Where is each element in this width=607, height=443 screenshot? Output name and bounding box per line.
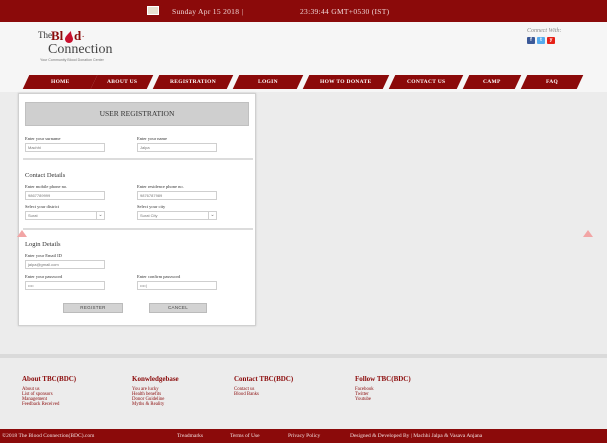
mobile-label: Enter mobile phone no. [25,184,68,189]
registration-form: USER REGISTRATION Enter your surname Mac… [18,93,256,326]
footer-follow-heading: Follow TBC(BDC) [355,375,411,383]
scroll-up-icon[interactable] [17,230,27,237]
main-nav: HOME ABOUT US REGISTRATION LOGIN HOW TO … [0,70,607,92]
city-value: Surat City [140,213,158,218]
top-info-bar: Sunday Apr 15 2018 | 23:39:44 GMT+0530 (… [0,0,607,22]
cancel-button[interactable]: CANCEL [149,303,207,313]
surname-label: Enter your surname [25,136,61,141]
footer-link[interactable]: Feedback Received [22,402,76,407]
footer-link[interactable]: Blood Banks [234,392,293,397]
nav-contact-us[interactable]: CONTACT US [388,75,464,89]
site-header: The Bl d . Connection Your Community Blo… [0,22,607,70]
trademarks-link[interactable]: Treadmarks [177,433,203,439]
nav-camp[interactable]: CAMP [462,75,522,89]
scroll-up-icon[interactable] [583,230,593,237]
svg-text:.: . [82,29,84,39]
district-label: Select your district [25,204,59,209]
svg-text:The: The [38,30,52,40]
nav-about-us[interactable]: ABOUT US [90,75,154,89]
social-icons: f t y [527,37,587,44]
facebook-icon[interactable]: f [527,37,535,44]
twitter-icon[interactable]: t [537,37,545,44]
mobile-input[interactable]: 9867789999 [25,191,105,200]
section-divider [23,158,253,160]
district-select[interactable]: Surat ⌄ [25,211,105,220]
connect-with: Connect With: f t y [527,28,587,44]
calendar-icon [147,6,159,15]
form-title: USER REGISTRATION [25,102,249,126]
svg-text:Connection: Connection [48,42,113,57]
section-divider [23,228,253,230]
copyright-text: ©2018 The Blood Connection(BDC).com [2,433,95,439]
nav-registration[interactable]: REGISTRATION [152,75,234,89]
footer-follow: Follow TBC(BDC) Facebook Twitter Youtube [355,375,411,402]
confirm-password-label: Enter confirm password [137,274,181,279]
footer-link[interactable]: Myths & Reality [132,402,179,407]
name-input[interactable]: Jalpa [137,143,217,152]
blood-connection-logo: The Bl d . Connection Your Community Blo… [38,28,113,62]
nav-login[interactable]: LOGIN [232,75,304,89]
svg-text:d: d [74,28,82,43]
email-label: Enter your Email ID [25,253,62,258]
footer-contact: Contact TBC(BDC) Contact us Blood Banks [234,375,293,397]
confirm-password-input[interactable]: ••••| [137,281,217,290]
footer-knowledge-heading: Konwledgebase [132,375,179,383]
surname-input[interactable]: Machhi [25,143,105,152]
footer-about: About TBC(BDC) About us List of sponsors… [22,375,76,407]
chevron-down-icon: ⌄ [96,212,104,219]
name-label: Enter your name [137,136,167,141]
password-input[interactable]: •••• [25,281,105,290]
nav-how-to-donate[interactable]: HOW TO DONATE [302,75,390,89]
terms-link[interactable]: Terms of Use [230,433,260,439]
footer-link[interactable]: Youtube [355,397,411,402]
email-input[interactable]: jalpa@gmail.com [25,260,105,269]
city-label: Select your city [137,204,166,209]
svg-text:Bl: Bl [51,28,64,43]
nav-home[interactable]: HOME [22,75,98,89]
city-select[interactable]: Surat City ⌄ [137,211,217,220]
copyright-bar: ©2018 The Blood Connection(BDC).com Trea… [0,429,607,443]
current-date: Sunday Apr 15 2018 | [172,7,244,16]
site-logo[interactable]: The Bl d . Connection Your Community Blo… [34,25,154,65]
svg-text:Your Community Blood Donation: Your Community Blood Donation Center [40,58,105,62]
privacy-link[interactable]: Privacy Policy [288,433,320,439]
connect-label: Connect With: [527,28,562,34]
youtube-icon[interactable]: y [547,37,555,44]
credit-text: Designed & Developed By | Machhi Jalpa &… [350,433,483,439]
footer-about-heading: About TBC(BDC) [22,375,77,383]
register-button[interactable]: REGISTER [63,303,123,313]
chevron-down-icon: ⌄ [208,212,216,219]
residence-input[interactable]: 9876787989 [137,191,217,200]
district-value: Surat [28,213,38,218]
password-label: Enter your password [25,274,63,279]
footer-knowledgebase: Konwledgebase You are lucky Health benef… [132,375,179,407]
contact-details-title: Contact Details [25,172,66,179]
site-footer: About TBC(BDC) About us List of sponsors… [0,358,607,429]
nav-faq[interactable]: FAQ [520,75,584,89]
login-details-title: Login Details [25,241,61,248]
footer-contact-heading: Contact TBC(BDC) [234,375,294,383]
current-time: 23:39:44 GMT+0530 (IST) [300,7,390,16]
residence-label: Enter residence phone no. [137,184,184,189]
